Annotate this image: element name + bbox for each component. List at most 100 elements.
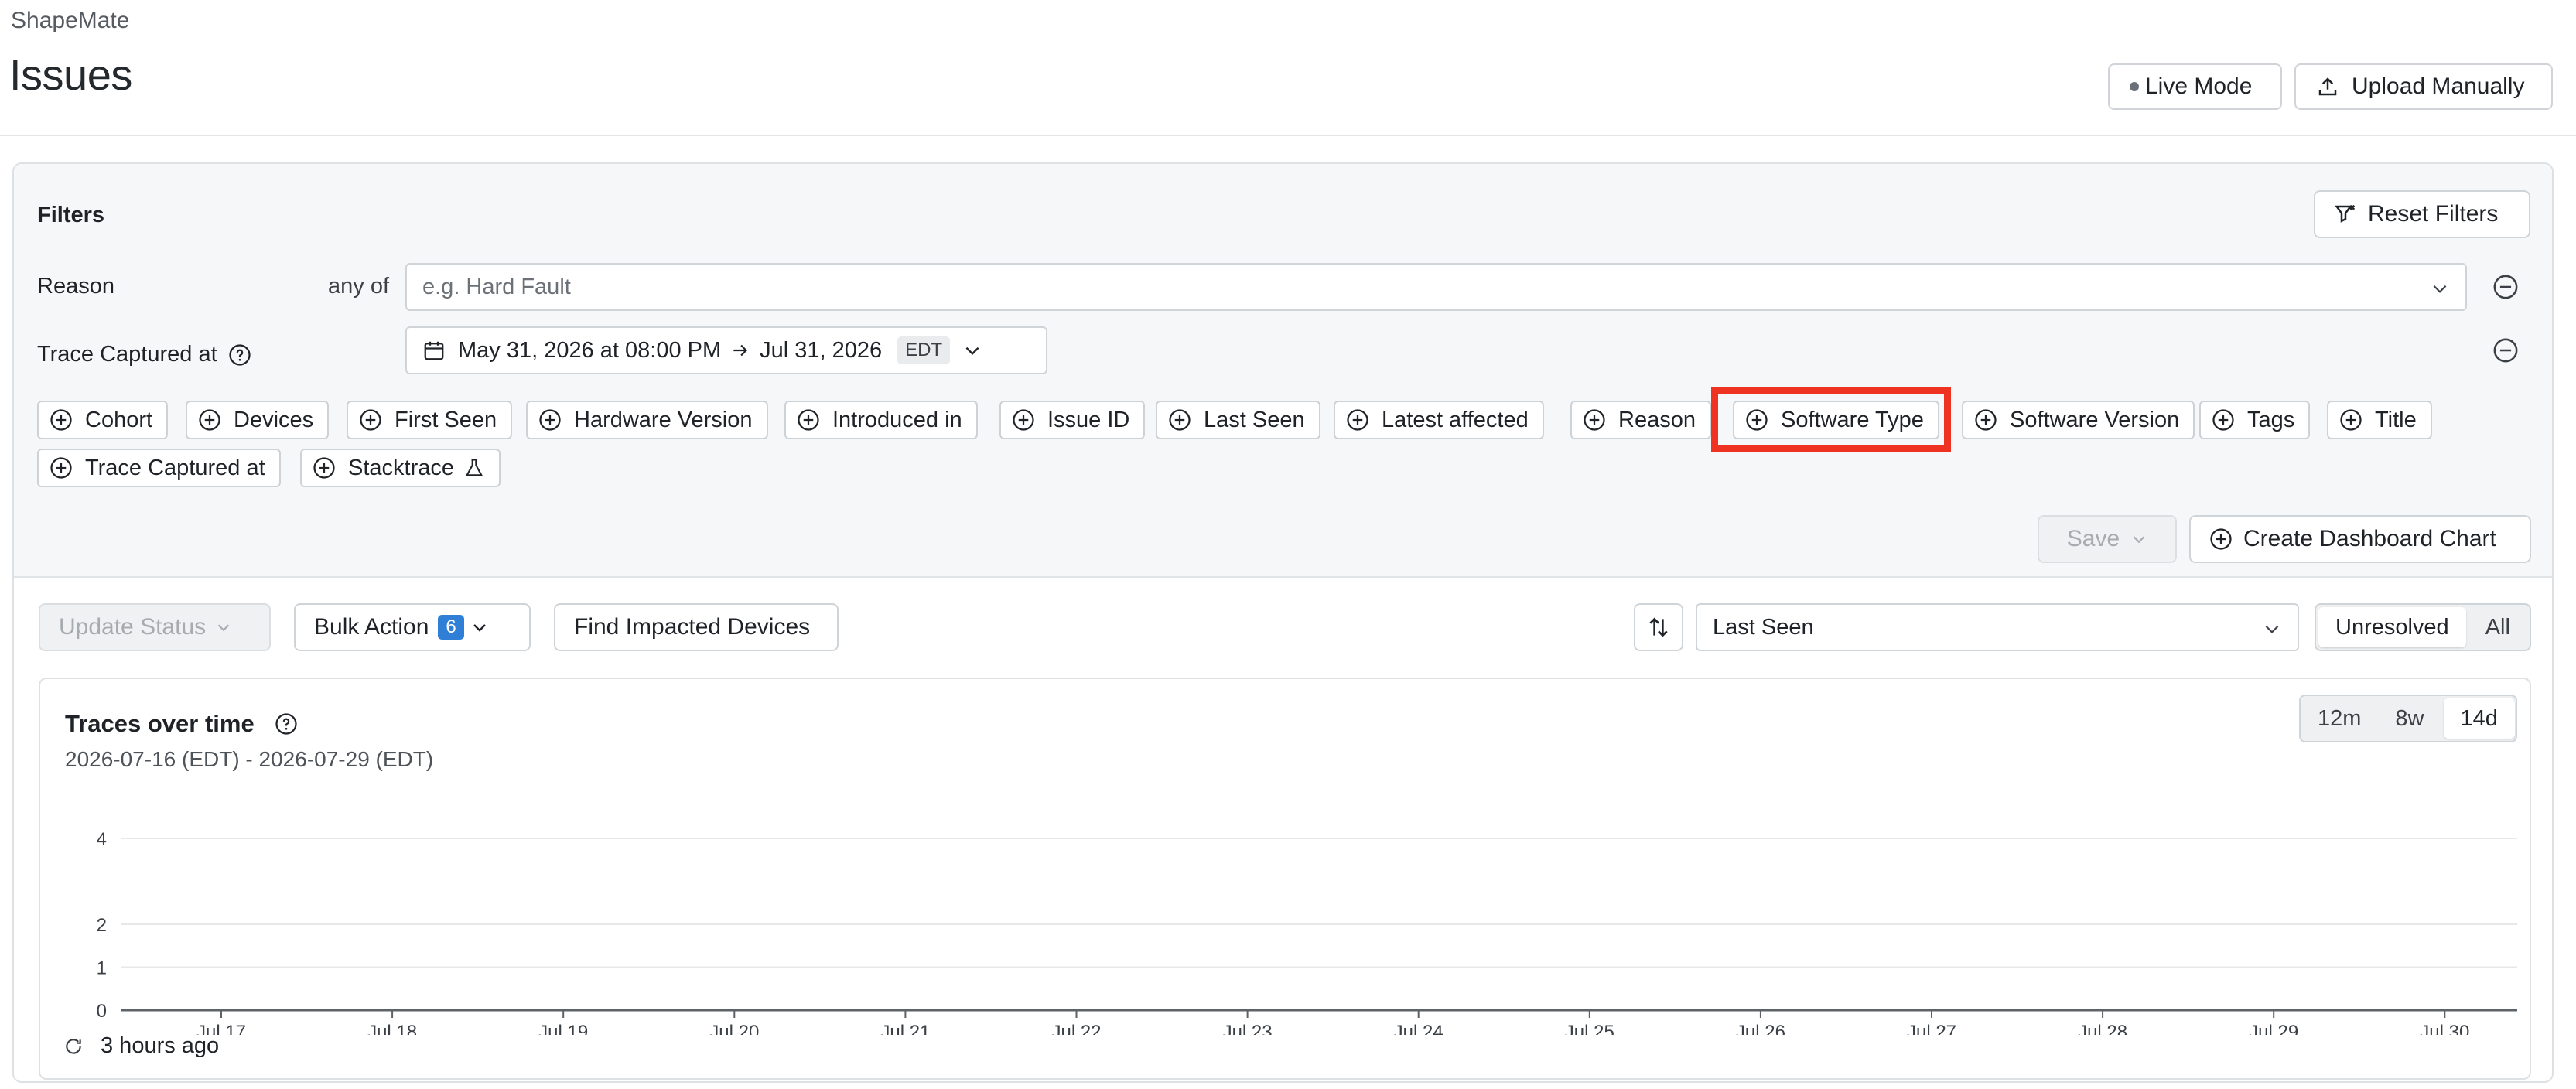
remove-reason-filter-icon[interactable] — [2492, 274, 2519, 300]
filter-reset-icon — [2335, 204, 2356, 223]
card-title: Traces over time — [65, 710, 298, 738]
flask-icon — [465, 459, 483, 476]
reset-filters-button[interactable]: Reset Filters — [2314, 190, 2530, 238]
reason-filter-mode: any of — [328, 274, 389, 299]
x-tick-label: Jul 27 — [1907, 1022, 1956, 1035]
app-name: ShapeMate — [11, 8, 130, 33]
plus-circle-icon — [1012, 408, 1035, 432]
add-filter-software-version[interactable]: Software Version — [1962, 401, 2195, 439]
x-tick-label: Jul 22 — [1051, 1022, 1101, 1035]
timezone-badge: EDT — [897, 336, 951, 364]
y-tick-label: 1 — [97, 958, 107, 979]
help-icon[interactable] — [275, 712, 298, 736]
plus-circle-icon — [797, 408, 820, 432]
upload-icon — [2318, 77, 2337, 96]
add-filter-last-seen[interactable]: Last Seen — [1156, 401, 1320, 439]
add-filter-tags[interactable]: Tags — [2199, 401, 2311, 439]
y-tick-label: 0 — [97, 1001, 107, 1022]
calendar-icon — [424, 341, 444, 360]
add-filter-hardware-version[interactable]: Hardware Version — [526, 401, 768, 439]
x-tick-label: Jul 24 — [1394, 1022, 1443, 1035]
plus-circle-icon — [1974, 408, 1997, 432]
x-tick-label: Jul 23 — [1223, 1022, 1273, 1035]
chevron-down-icon — [965, 346, 979, 356]
plus-circle-icon — [359, 408, 382, 432]
x-tick-label: Jul 25 — [1565, 1022, 1614, 1035]
sort-arrows-icon — [1649, 617, 1668, 637]
plus-circle-icon — [50, 408, 73, 432]
save-button[interactable]: Save — [2038, 515, 2177, 563]
bulk-action-button[interactable]: Bulk Action 6 — [294, 603, 531, 651]
chevron-down-icon — [2265, 625, 2279, 633]
y-tick-label: 2 — [97, 915, 107, 936]
find-impacted-devices-button[interactable]: Find Impacted Devices — [554, 603, 839, 651]
trace-filter-label: Trace Captured at — [37, 342, 251, 367]
filters-title: Filters — [37, 203, 105, 227]
add-filter-issue-id[interactable]: Issue ID — [999, 401, 1146, 439]
x-tick-label: Jul 18 — [367, 1022, 417, 1035]
add-filter-first-seen[interactable]: First Seen — [347, 401, 513, 439]
add-filter-title[interactable]: Title — [2327, 401, 2432, 439]
plus-circle-icon — [1168, 408, 1191, 432]
plus-circle-icon — [1745, 408, 1768, 432]
add-filter-devices[interactable]: Devices — [186, 401, 330, 439]
help-icon[interactable] — [228, 343, 251, 367]
x-tick-label: Jul 29 — [2249, 1022, 2298, 1035]
plus-circle-icon — [2210, 528, 2232, 550]
update-status-button[interactable]: Update Status — [39, 603, 271, 651]
plus-circle-icon — [313, 456, 336, 480]
plus-circle-icon — [1583, 408, 1606, 432]
x-tick-label: Jul 26 — [1736, 1022, 1785, 1035]
selected-count-badge: 6 — [438, 615, 464, 640]
issues-panel: Filters Reset Filters Reason any of e.g.… — [12, 162, 2554, 1083]
page-title: Issues — [9, 50, 132, 99]
plus-circle-icon — [2339, 408, 2362, 432]
reason-filter-label: Reason — [37, 274, 114, 299]
add-filter-introduced-in[interactable]: Introduced in — [784, 401, 978, 439]
arrow-right-icon — [733, 344, 748, 357]
period-12m[interactable]: 12m — [2301, 696, 2378, 741]
chevron-down-icon — [2133, 536, 2145, 544]
y-tick-label: 4 — [97, 829, 107, 850]
add-filter-stacktrace[interactable]: Stacktrace — [300, 449, 501, 487]
traces-over-time-card: Traces over time 2026-07-16 (EDT) - 2026… — [39, 678, 2531, 1080]
chevron-down-icon — [473, 624, 486, 632]
x-tick-label: Jul 20 — [709, 1022, 759, 1035]
remove-trace-filter-icon[interactable] — [2492, 337, 2519, 364]
x-tick-label: Jul 30 — [2420, 1022, 2469, 1035]
live-mode-button[interactable]: Live Mode — [2108, 63, 2282, 110]
sort-direction-button[interactable] — [1634, 603, 1683, 651]
filters-section: Filters Reset Filters Reason any of e.g.… — [14, 164, 2552, 578]
traces-chart: 0124Jul 17 Jul 18 Jul 19 Jul 20 Jul 21 Jul 22… — [97, 829, 2517, 1035]
add-filter-reason[interactable]: Reason — [1570, 401, 1711, 439]
status-dot-icon — [2130, 82, 2139, 91]
x-tick-label: Jul 19 — [538, 1022, 588, 1035]
x-tick-label: Jul 21 — [880, 1022, 930, 1035]
plus-circle-icon — [538, 408, 562, 432]
last-updated: 3 hours ago — [63, 1033, 219, 1059]
period-8w[interactable]: 8w — [2378, 696, 2441, 741]
plus-circle-icon — [50, 456, 73, 480]
create-dashboard-chart-button[interactable]: Create Dashboard Chart — [2189, 515, 2531, 563]
x-tick-label: Jul 28 — [2078, 1022, 2127, 1035]
add-filter-cohort[interactable]: Cohort — [37, 401, 169, 439]
plus-circle-icon — [2212, 408, 2235, 432]
add-filter-software-type[interactable]: Software Type — [1733, 401, 1939, 439]
add-filter-trace-captured-at[interactable]: Trace Captured at — [37, 449, 281, 487]
chevron-down-icon — [2433, 285, 2447, 293]
date-range-picker[interactable]: May 31, 2026 at 08:00 PM Jul 31, 2026 ED… — [405, 326, 1047, 374]
chevron-down-icon — [217, 624, 230, 632]
sort-field-select[interactable]: Last Seen — [1696, 603, 2299, 651]
page-header: ShapeMate Issues Live Mode Upload Manual… — [0, 0, 2576, 136]
upload-manually-button[interactable]: Upload Manually — [2294, 63, 2553, 110]
date-range-subtitle: 2026-07-16 (EDT) - 2026-07-29 (EDT) — [65, 747, 434, 771]
tab-all[interactable]: All — [2468, 605, 2527, 650]
period-toggle: 12m 8w 14d — [2299, 695, 2517, 742]
period-14d[interactable]: 14d — [2443, 698, 2515, 739]
plus-circle-icon — [198, 408, 221, 432]
reason-filter-input[interactable]: e.g. Hard Fault — [405, 263, 2467, 311]
add-filter-latest-affected[interactable]: Latest affected — [1334, 401, 1544, 439]
tab-unresolved[interactable]: Unresolved — [2318, 607, 2466, 647]
refresh-icon[interactable] — [63, 1036, 84, 1057]
plus-circle-icon — [1346, 408, 1369, 432]
